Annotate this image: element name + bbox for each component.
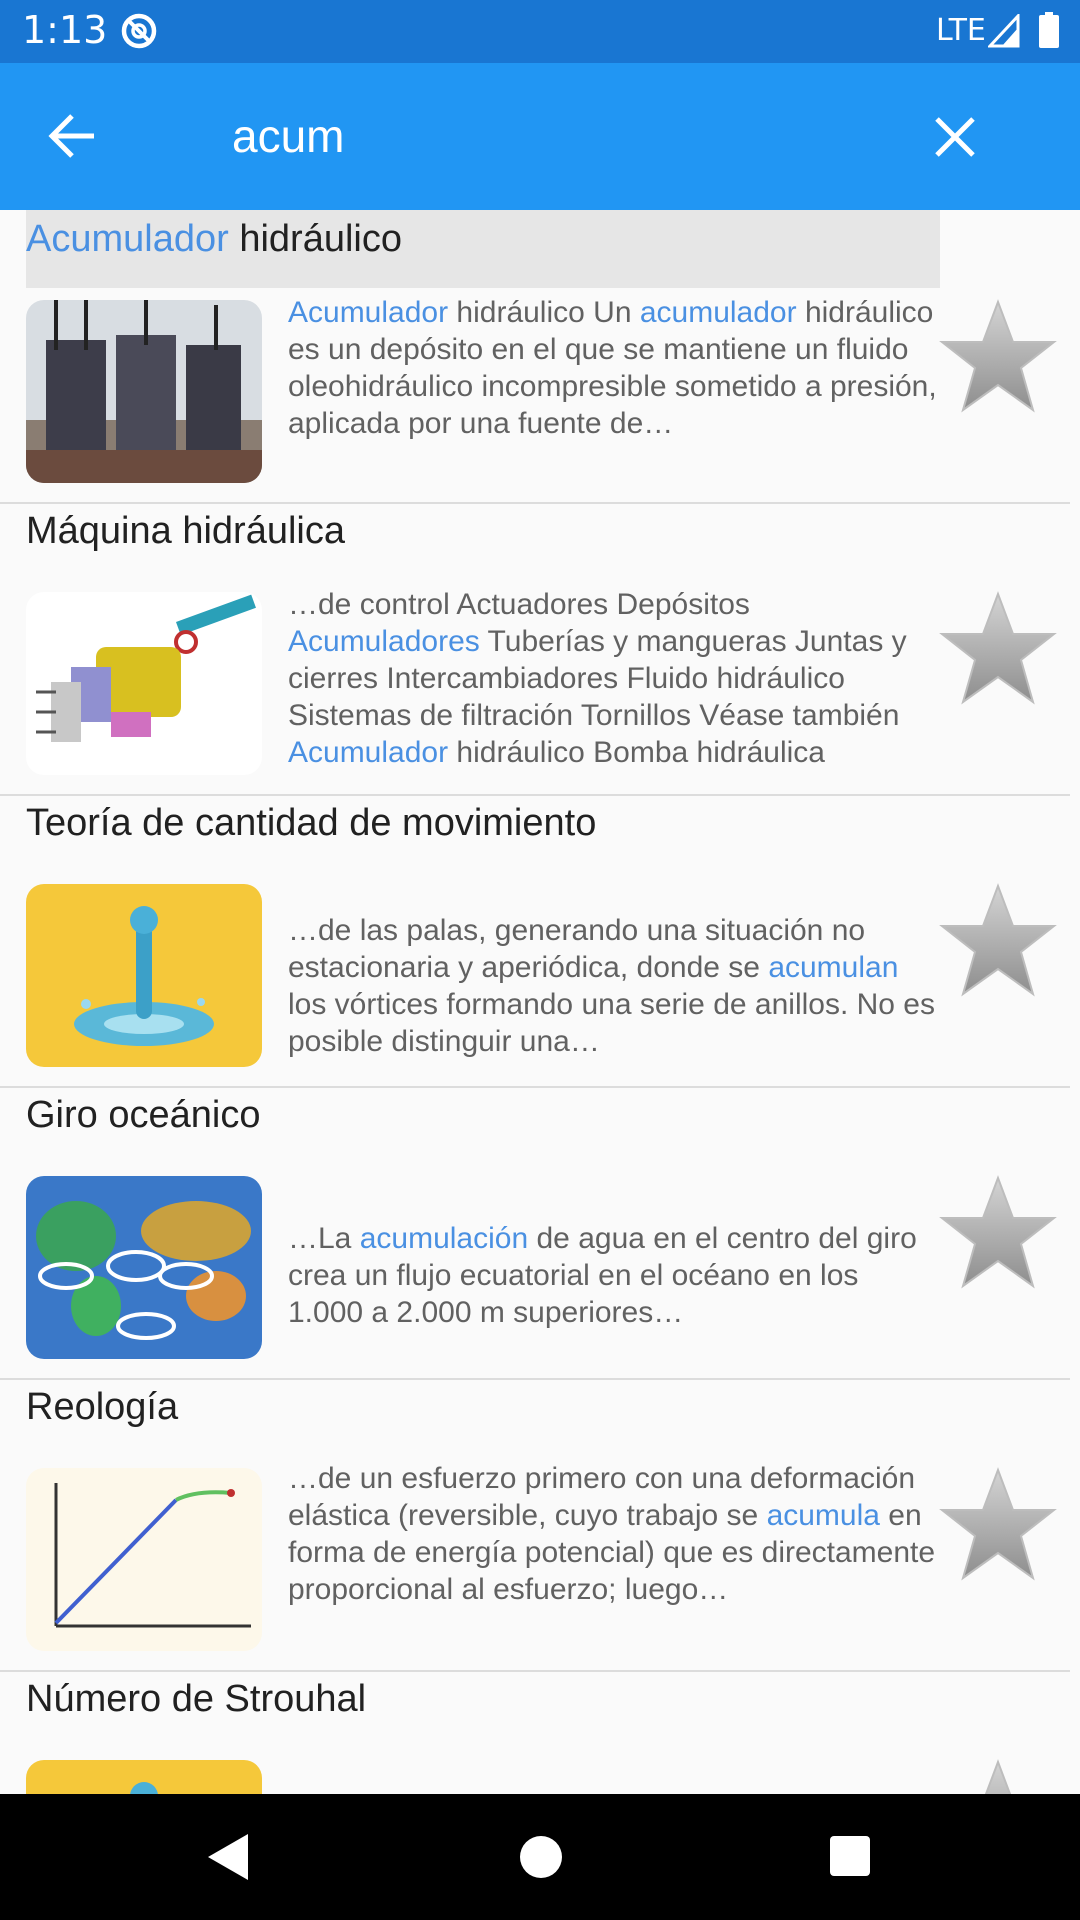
result-snippet: …de un esfuerzo primero con una deformac… [288, 1462, 936, 1606]
water-drop-photo [26, 884, 262, 1067]
stress-strain-graph [26, 1468, 262, 1651]
result-title: Teoría de cantidad de movimiento [26, 802, 597, 844]
search-toolbar [0, 63, 1080, 210]
hydraulic-accumulator-photo [26, 300, 262, 483]
result-item[interactable]: Giro oceánico …La acumulación de agua en… [0, 1086, 1070, 1380]
result-item[interactable]: Máquina hidráulica …de control Actuadore… [0, 502, 1070, 796]
nav-recents-icon[interactable] [830, 1836, 870, 1876]
star-icon[interactable] [936, 1756, 1060, 1794]
star-icon[interactable] [936, 296, 1060, 420]
star-icon[interactable] [936, 880, 1060, 1004]
star-icon[interactable] [936, 1464, 1060, 1588]
hydraulic-pump-diagram [26, 592, 262, 775]
result-title: Número de Strouhal [26, 1678, 367, 1720]
result-item[interactable]: Número de Strouhal [0, 1670, 1070, 1794]
result-item[interactable]: Teoría de cantidad de movimiento …de las… [0, 794, 1070, 1088]
arrow-left-icon[interactable] [46, 111, 100, 161]
close-icon[interactable] [933, 115, 977, 159]
water-drop-photo [26, 1760, 262, 1794]
result-snippet: …La acumulación de agua en el centro del… [288, 1222, 917, 1329]
status-time: 1:13 [22, 8, 108, 52]
nav-home-icon[interactable] [520, 1836, 562, 1878]
search-input[interactable] [232, 109, 832, 163]
result-snippet: Acumulador hidráulico Un acumulador hidr… [288, 296, 937, 440]
star-icon[interactable] [936, 588, 1060, 712]
result-title: Máquina hidráulica [26, 510, 345, 552]
result-title: Acumulador hidráulico [26, 218, 402, 260]
ocean-gyre-map [26, 1176, 262, 1359]
status-bar: 1:13 LTE [0, 0, 1080, 63]
signal-icon [988, 14, 1020, 48]
result-title: Giro oceánico [26, 1094, 261, 1136]
result-snippet: …de las palas, generando una situación n… [288, 914, 935, 1058]
result-item[interactable]: Reología …de un esfuerzo primero con una… [0, 1378, 1070, 1672]
result-snippet: …de control Actuadores Depósitos Acumula… [288, 588, 907, 769]
results-list[interactable]: Acumulador hidráulico Acumulador hidrául… [0, 210, 1080, 1794]
result-item[interactable]: Acumulador hidráulico Acumulador hidrául… [0, 210, 1070, 504]
result-title: Reología [26, 1386, 179, 1428]
nav-back-icon[interactable] [204, 1832, 250, 1882]
network-type: LTE [936, 13, 986, 48]
star-icon[interactable] [936, 1172, 1060, 1296]
battery-icon [1039, 12, 1059, 48]
do-not-disturb-icon [121, 13, 157, 49]
navigation-bar [0, 1794, 1080, 1920]
